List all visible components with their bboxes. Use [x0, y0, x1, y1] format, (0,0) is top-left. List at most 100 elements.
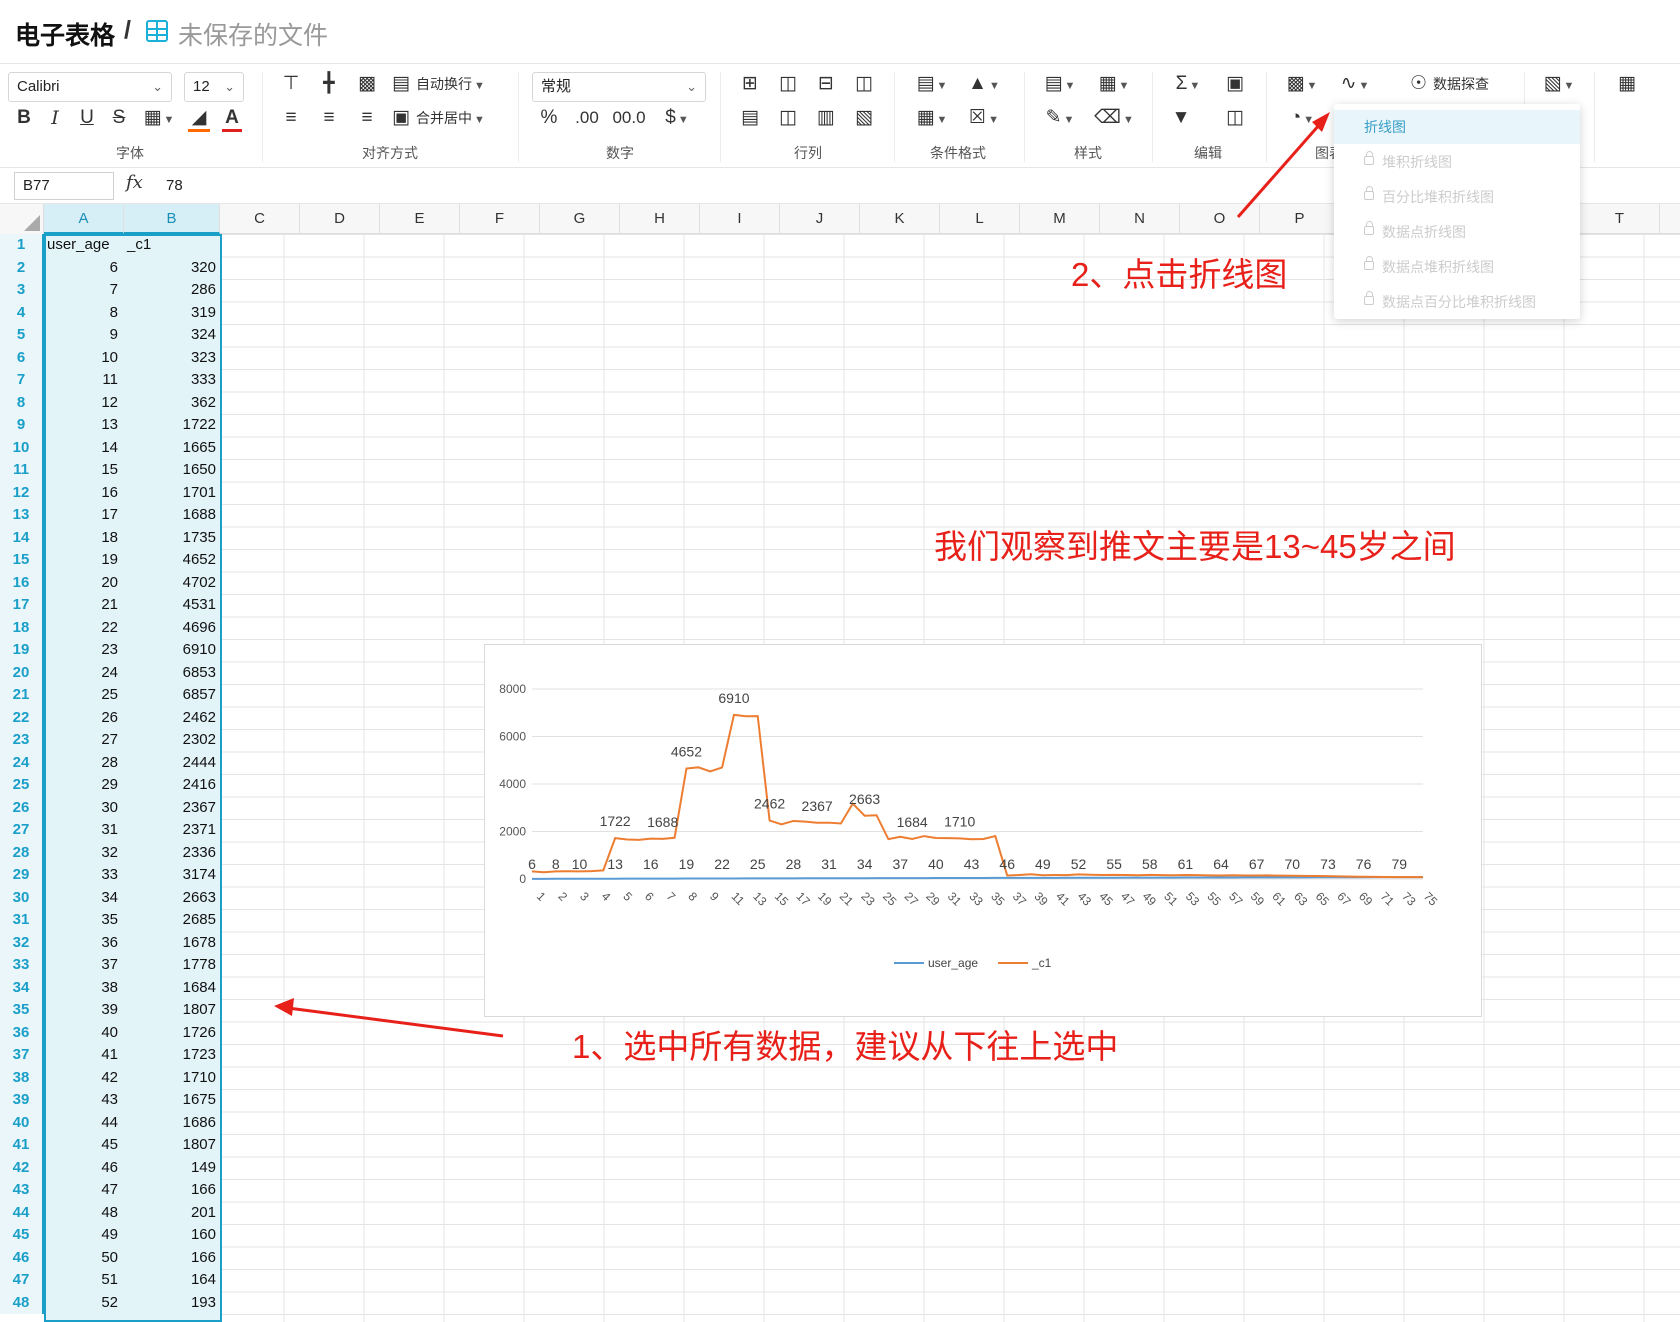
cell-b[interactable]: 4652: [124, 549, 220, 572]
cell-b[interactable]: 2302: [124, 729, 220, 752]
line-chart[interactable]: 0 2000 4000 6000 8000 1 2 3 4 5 6 7 8 9 11 13 15 17 19 21 23…: [484, 644, 1482, 1017]
column-header-h[interactable]: H: [620, 204, 700, 234]
menu-item-locked[interactable]: 堆积折线图: [1334, 145, 1580, 179]
cell-b[interactable]: 1701: [124, 482, 220, 505]
cell-b[interactable]: 166: [124, 1179, 220, 1202]
cell-b[interactable]: 4531: [124, 594, 220, 617]
cell-a[interactable]: 16: [44, 482, 122, 505]
column-header-i[interactable]: I: [700, 204, 780, 234]
cell-a[interactable]: 19: [44, 549, 122, 572]
data-explore-button[interactable]: ☉ 数据探查: [1410, 72, 1510, 98]
row-header[interactable]: 18: [0, 616, 44, 639]
row-header[interactable]: 21: [0, 684, 44, 707]
column-header-j[interactable]: J: [780, 204, 860, 234]
wrap-text-button[interactable]: ▤ 自动换行 ▼: [392, 72, 502, 98]
number-format-select[interactable]: 常规 ⌄: [532, 72, 706, 102]
spreadsheet-grid[interactable]: ABCDEFGHIJKLMNOPQRST 1234567891011121314…: [0, 204, 1680, 1322]
cell-a[interactable]: 50: [44, 1247, 122, 1270]
row-header[interactable]: 7: [0, 369, 44, 392]
cell-a[interactable]: 21: [44, 594, 122, 617]
cell-a[interactable]: 32: [44, 842, 122, 865]
select-all-corner[interactable]: [0, 204, 44, 234]
cell-a[interactable]: 39: [44, 999, 122, 1022]
menu-item-locked[interactable]: 数据点堆积折线图: [1334, 250, 1580, 284]
cell-b[interactable]: 149: [124, 1157, 220, 1180]
cell-a[interactable]: 14: [44, 437, 122, 460]
cell-b[interactable]: 1688: [124, 504, 220, 527]
row-header[interactable]: 27: [0, 819, 44, 842]
cell-b[interactable]: 2444: [124, 752, 220, 775]
row-header[interactable]: 24: [0, 751, 44, 774]
bold-button[interactable]: B: [14, 106, 34, 132]
underline-button[interactable]: U: [78, 106, 96, 132]
row-header[interactable]: 10: [0, 436, 44, 459]
row-header[interactable]: 2: [0, 256, 44, 279]
cell-a[interactable]: 45: [44, 1134, 122, 1157]
cell-b[interactable]: 3174: [124, 864, 220, 887]
column-header-f[interactable]: F: [460, 204, 540, 234]
row-header[interactable]: 34: [0, 976, 44, 999]
column-header-l[interactable]: L: [940, 204, 1020, 234]
row-header[interactable]: 14: [0, 526, 44, 549]
align-bottom-button[interactable]: ▩: [356, 72, 378, 98]
cell-b[interactable]: _c1: [127, 234, 151, 257]
font-family-select[interactable]: Calibri ⌄: [8, 72, 172, 102]
conditional-format-button[interactable]: ▤ ▼: [912, 72, 952, 98]
row-header[interactable]: 9: [0, 414, 44, 437]
currency-button[interactable]: $ ▼: [658, 106, 696, 132]
cell-b[interactable]: 164: [124, 1269, 220, 1292]
freeze-panes-button[interactable]: ▧ ▼: [1538, 72, 1580, 98]
row-header[interactable]: 20: [0, 661, 44, 684]
row-header[interactable]: 13: [0, 504, 44, 527]
cell-a[interactable]: 9: [44, 324, 122, 347]
cell-a[interactable]: 17: [44, 504, 122, 527]
column-header-k[interactable]: K: [860, 204, 940, 234]
cell-b[interactable]: 1807: [124, 999, 220, 1022]
cell-a[interactable]: 34: [44, 887, 122, 910]
cell-reference-box[interactable]: B77: [14, 172, 114, 200]
cell-b[interactable]: 2371: [124, 819, 220, 842]
cell-b[interactable]: 160: [124, 1224, 220, 1247]
strikethrough-button[interactable]: S: [110, 106, 128, 132]
column-header-c[interactable]: C: [220, 204, 300, 234]
cell-a[interactable]: 41: [44, 1044, 122, 1067]
cell-a[interactable]: 31: [44, 819, 122, 842]
clear-rules-button[interactable]: ☒ ▼: [964, 106, 1004, 132]
column-header-b[interactable]: B: [124, 204, 220, 234]
cell-a[interactable]: 23: [44, 639, 122, 662]
cell-a[interactable]: 10: [44, 347, 122, 370]
cell-b[interactable]: 201: [124, 1202, 220, 1225]
row-header[interactable]: 44: [0, 1201, 44, 1224]
column-header-a[interactable]: A: [44, 204, 124, 234]
font-color-button[interactable]: A: [222, 106, 242, 132]
row-header[interactable]: 22: [0, 706, 44, 729]
row-header[interactable]: 45: [0, 1224, 44, 1247]
cell-a[interactable]: 33: [44, 864, 122, 887]
cell-a[interactable]: 27: [44, 729, 122, 752]
italic-button[interactable]: I: [46, 106, 64, 132]
cell-b[interactable]: 1684: [124, 977, 220, 1000]
row-header[interactable]: 1: [0, 234, 44, 257]
cell-a[interactable]: 52: [44, 1292, 122, 1315]
menu-item-line-chart[interactable]: 折线图: [1334, 110, 1580, 144]
decrease-decimal-button[interactable]: 00.0: [612, 106, 646, 132]
cell-b[interactable]: 1723: [124, 1044, 220, 1067]
menu-item-locked[interactable]: 数据点百分比堆积折线图: [1334, 285, 1580, 319]
row-height-button[interactable]: ▤: [738, 106, 762, 132]
row-header[interactable]: 11: [0, 459, 44, 482]
row-header[interactable]: 39: [0, 1089, 44, 1112]
cell-a[interactable]: 6: [44, 257, 122, 280]
find-button[interactable]: ▣: [1222, 72, 1248, 98]
row-header[interactable]: 48: [0, 1291, 44, 1314]
bar-chart-button[interactable]: ▩ ▼: [1282, 72, 1322, 98]
align-middle-button[interactable]: ╋: [318, 72, 340, 98]
cell-b[interactable]: 1678: [124, 932, 220, 955]
cell-a[interactable]: 28: [44, 752, 122, 775]
row-header[interactable]: 41: [0, 1134, 44, 1157]
cell-b[interactable]: 2336: [124, 842, 220, 865]
row-header[interactable]: 23: [0, 729, 44, 752]
cell-a[interactable]: 35: [44, 909, 122, 932]
cell-b[interactable]: 2462: [124, 707, 220, 730]
row-header[interactable]: 12: [0, 481, 44, 504]
cell-b[interactable]: 4702: [124, 572, 220, 595]
